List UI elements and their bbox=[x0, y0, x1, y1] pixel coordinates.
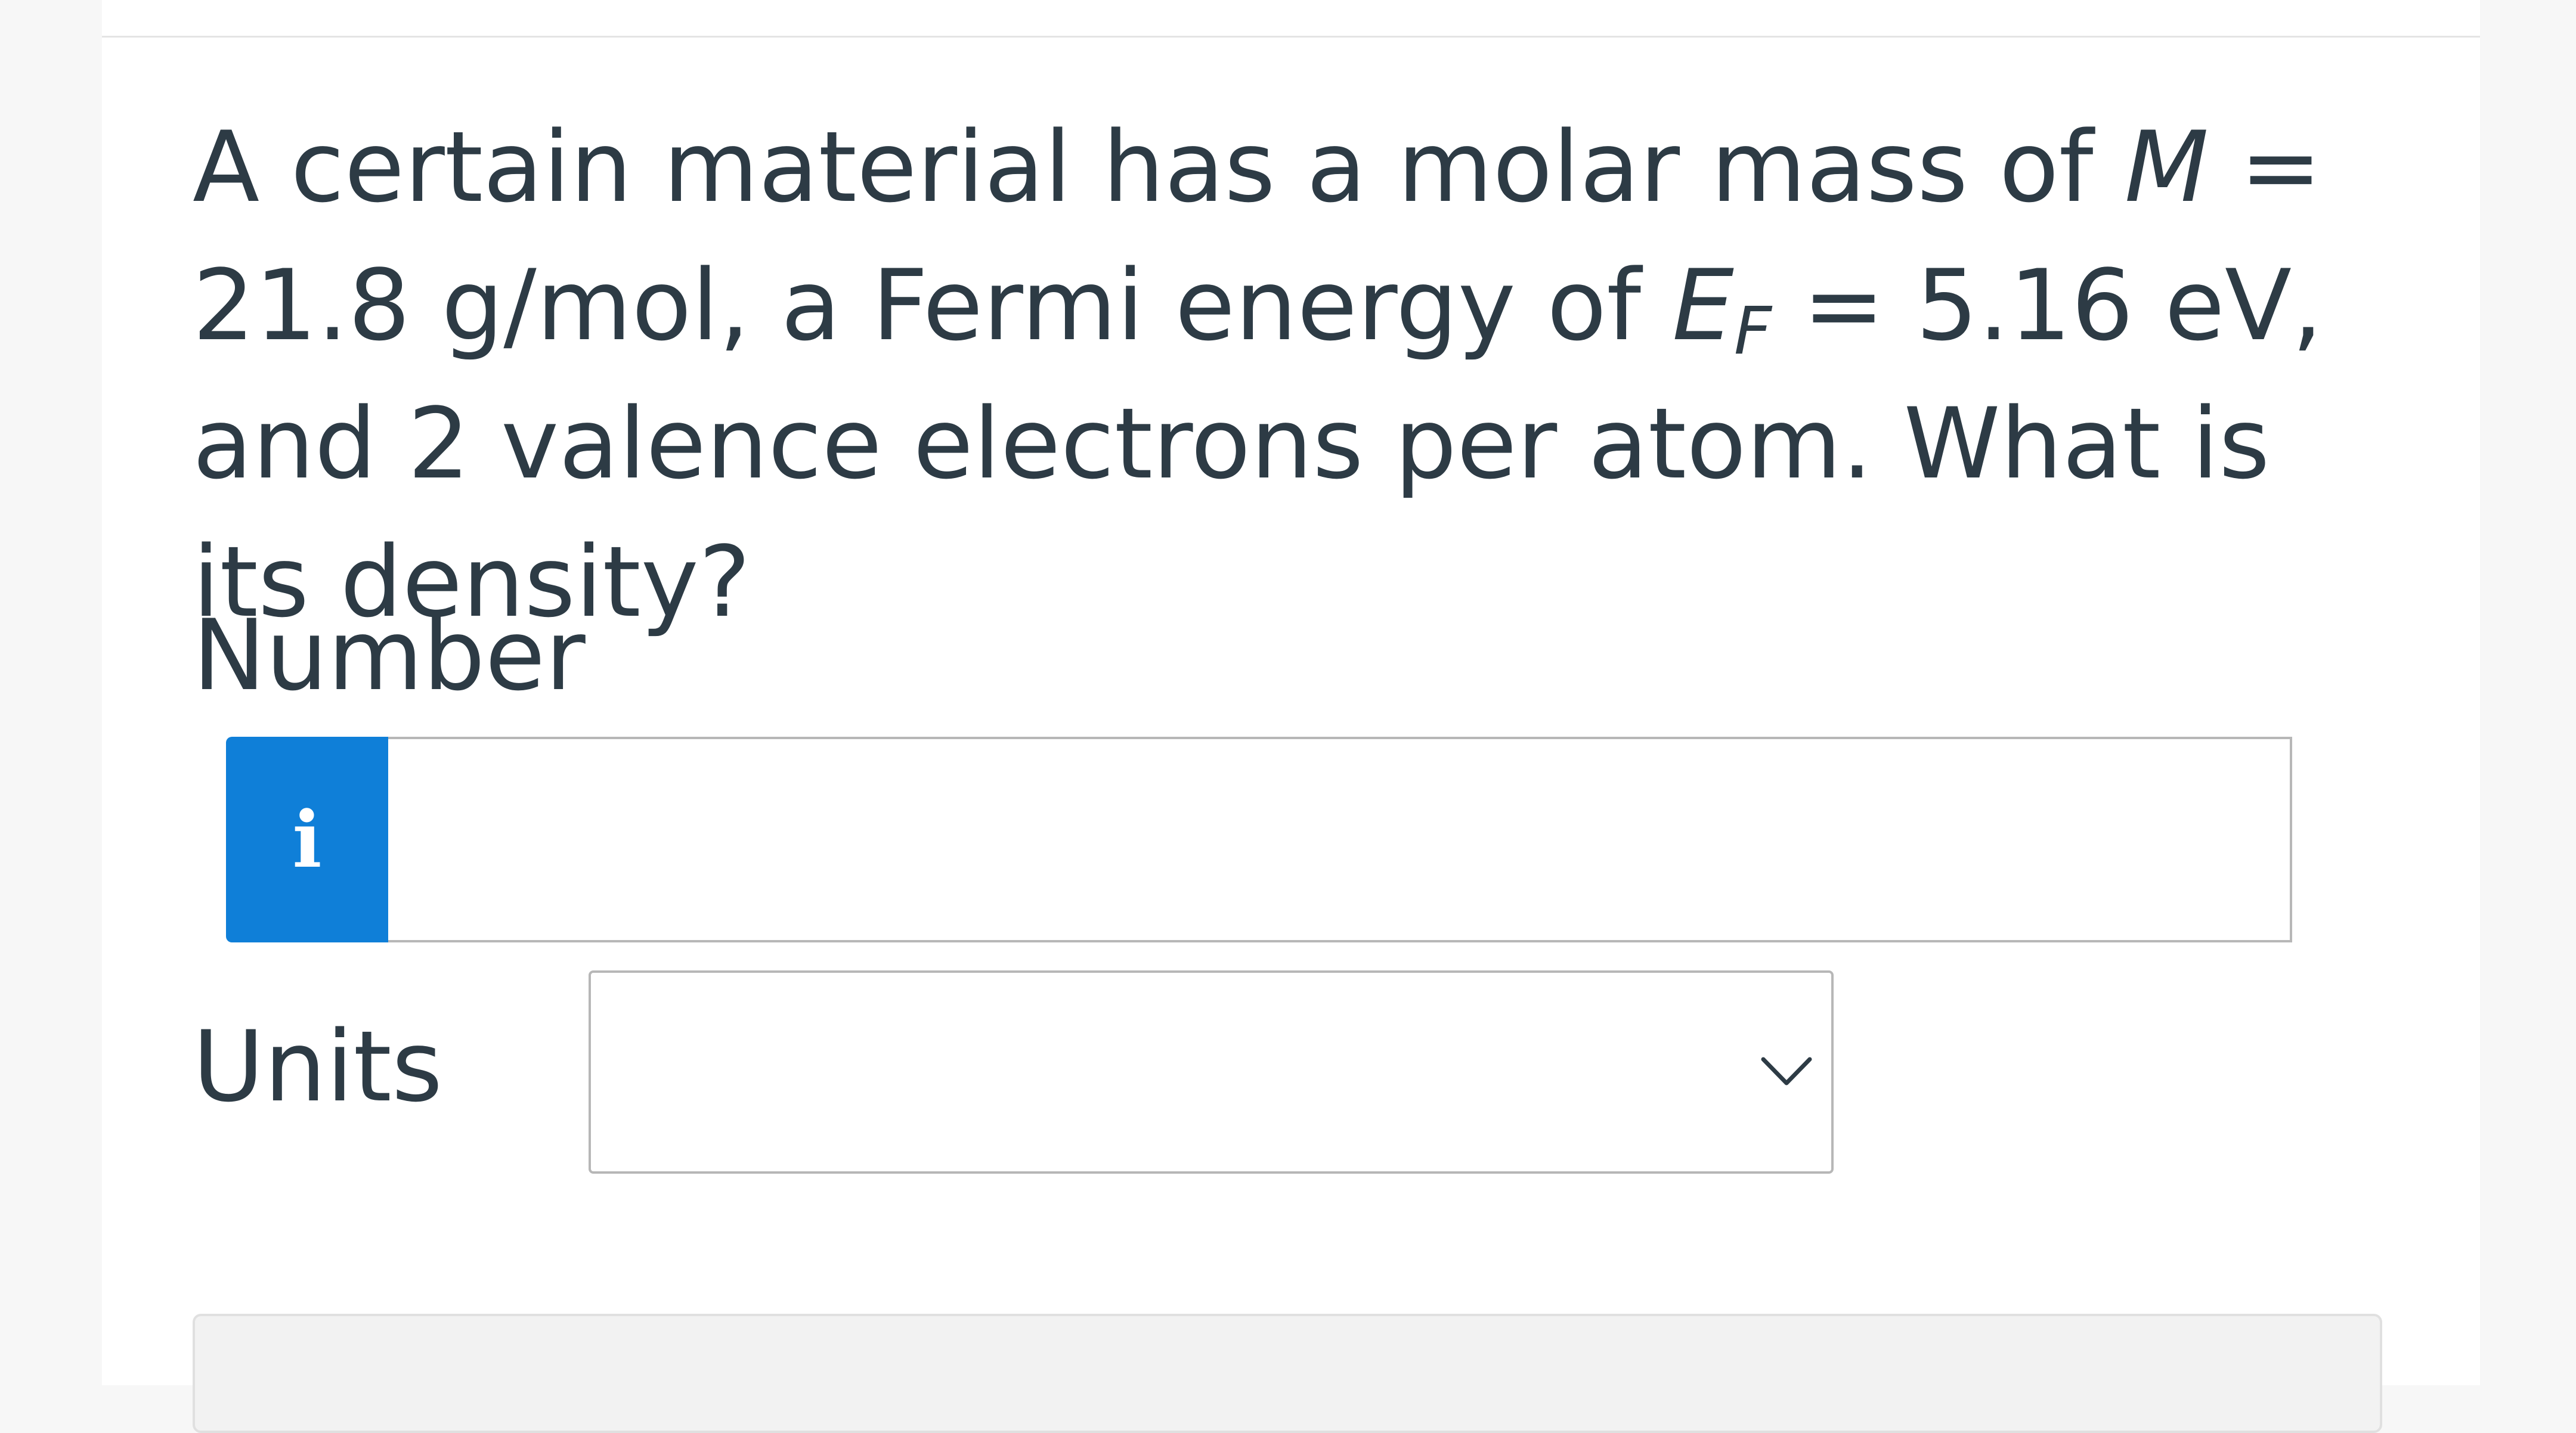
number-input[interactable] bbox=[388, 737, 2292, 942]
fermi-subscript: F bbox=[1733, 293, 1772, 370]
units-dropdown[interactable] bbox=[589, 970, 1834, 1174]
chevron-down-icon bbox=[1761, 1057, 1812, 1085]
question-text: A certain material has a molar mass of M… bbox=[193, 98, 2369, 652]
molar-mass-symbol: M bbox=[2124, 110, 2209, 224]
answer-panel bbox=[193, 1314, 2382, 1433]
top-divider bbox=[102, 36, 2480, 38]
number-label: Number bbox=[193, 598, 586, 712]
question-part-1: A certain material has a molar mass of bbox=[193, 110, 2125, 224]
fermi-energy-symbol: E bbox=[1672, 249, 1734, 362]
info-glyph: i bbox=[292, 794, 322, 885]
number-answer-group: i bbox=[226, 737, 2292, 942]
units-label: Units bbox=[193, 1010, 443, 1124]
question-page: A certain material has a molar mass of M… bbox=[102, 0, 2480, 1433]
info-icon[interactable]: i bbox=[226, 737, 388, 942]
